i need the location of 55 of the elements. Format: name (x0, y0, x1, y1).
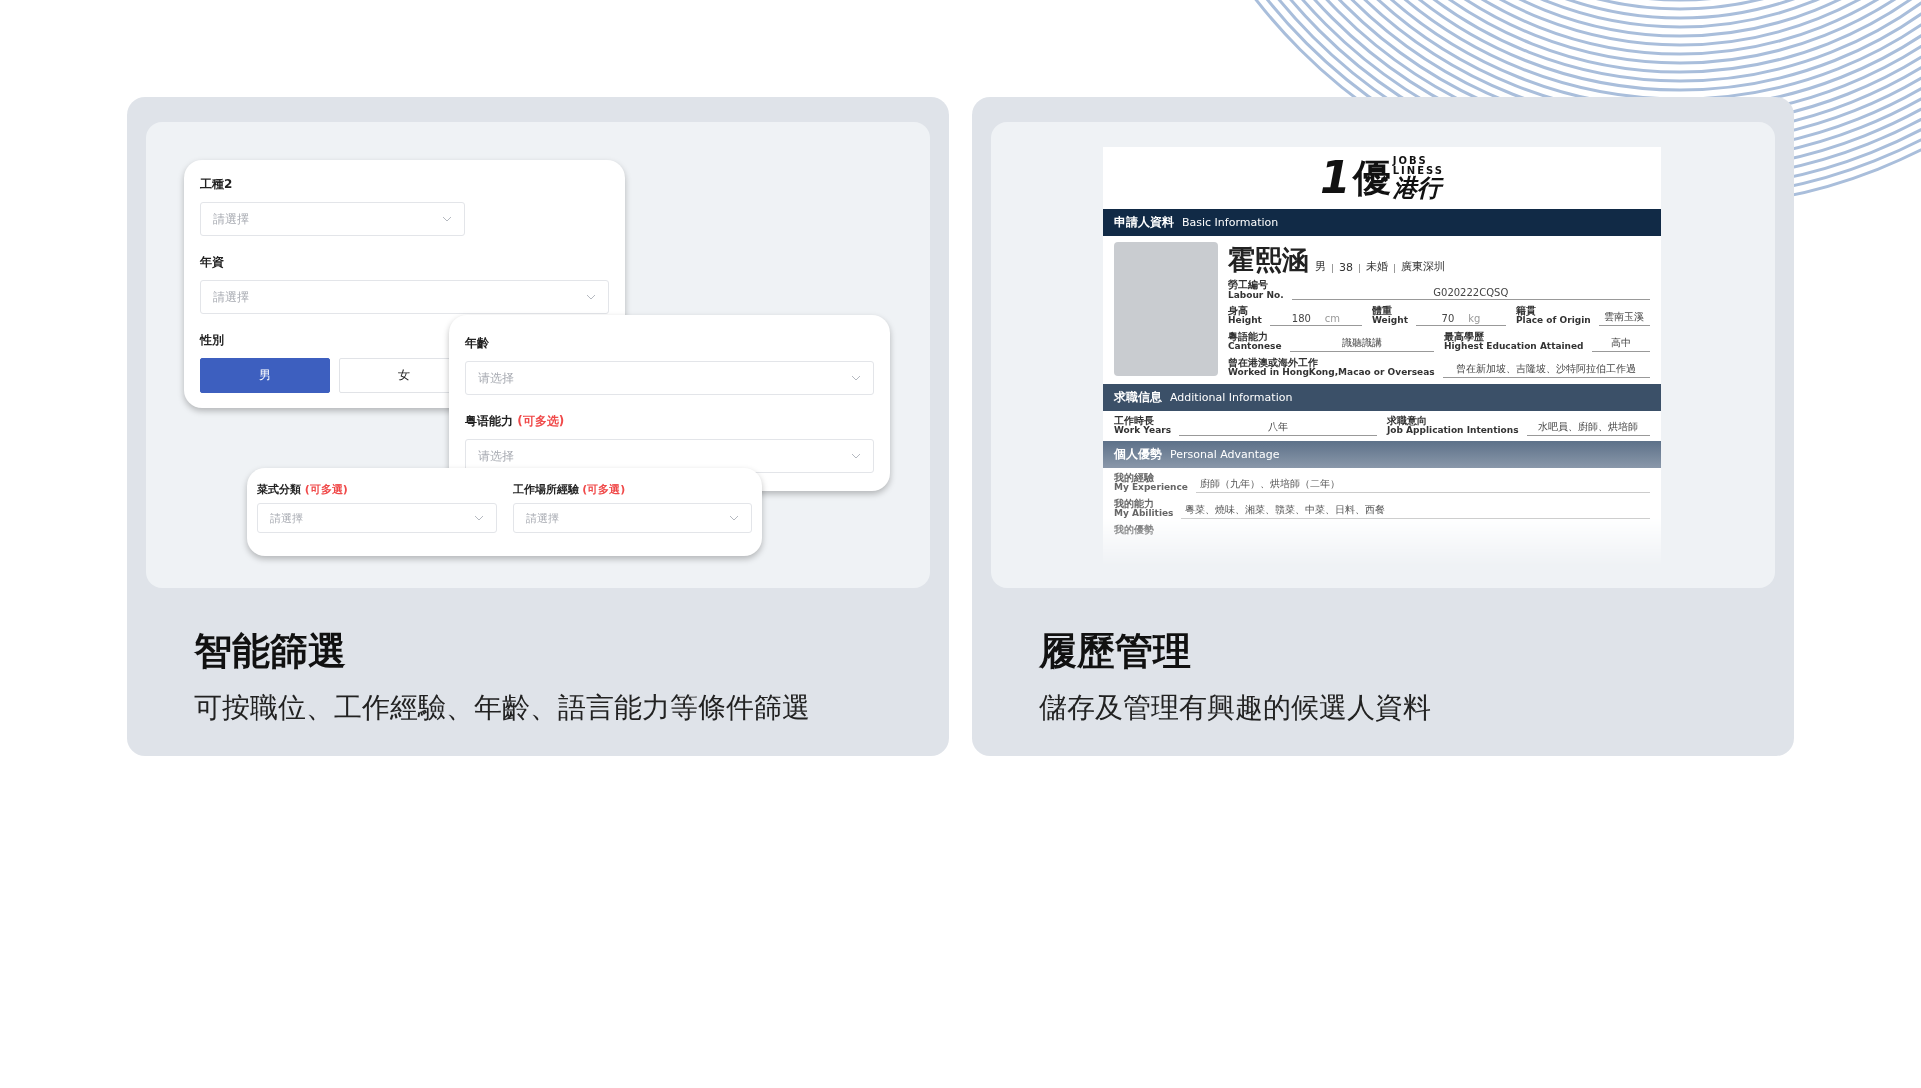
field-value: 粵菜、燒味、湘菜、贛菜、中菜、日料、西餐 (1181, 502, 1650, 519)
field-label: 性別 (200, 332, 224, 349)
field-value: 高中 (1591, 335, 1650, 352)
candidate-name: 霍熙涵 (1228, 243, 1309, 277)
field-value: 180 cm (1269, 312, 1362, 326)
candidate-fact: 未婚 (1366, 259, 1388, 274)
select-field[interactable]: 请选择 (465, 439, 874, 473)
feature-description: 儲存及管理有興趣的候選人資料 (1039, 690, 1432, 726)
field-label: 曾在港澳或海外工作 Worked in HongKong,Macao or Overseas (1228, 357, 1435, 378)
field-value: 70 kg (1415, 312, 1506, 326)
field-label: 勞工編号 Labour No. (1228, 280, 1284, 300)
field-label: 粤语能力 (可多选) (465, 413, 565, 430)
select-field[interactable]: 請選擇 (200, 202, 465, 236)
field-value: 水吧員、廚師、烘培師 (1526, 419, 1650, 436)
field-value: 曾在新加坡、吉隆坡、沙特阿拉伯工作過 (1442, 361, 1650, 378)
field-label: 粵語能力 Cantonese (1228, 331, 1282, 352)
chevron-down-icon (442, 216, 452, 222)
field-label: 體重 Weight (1372, 305, 1408, 326)
select-field[interactable]: 請選擇 (200, 280, 609, 314)
field-label: 工種2 (200, 176, 233, 193)
field-value: 雲南玉溪 (1598, 309, 1650, 326)
field-label: 籍貫 Place of Origin (1516, 305, 1591, 326)
field-value: 識聽識講 (1289, 335, 1434, 352)
field-label: 我的能力 My Abilities (1114, 498, 1174, 519)
field-label: 我的經驗 My Experience (1114, 472, 1188, 493)
section-header: 求職信息 Additional Information (1103, 383, 1661, 411)
candidate-fact: 廣東深圳 (1401, 259, 1445, 274)
select-field[interactable]: 請選擇 (512, 503, 752, 533)
field-label: 工作時長 Work Years (1114, 415, 1171, 436)
field-label: 最高學歷 Highest Education Attained (1444, 331, 1584, 352)
candidate-fact: 38 (1339, 261, 1353, 274)
chevron-down-icon (851, 375, 861, 381)
field-label: 我的優勢 (1114, 524, 1154, 536)
field-label: 求職意向 Job Application Intentions (1387, 415, 1519, 436)
feature-title: 履歷管理 (1039, 628, 1192, 675)
field-label: 身高 Height (1228, 305, 1262, 326)
feature-description: 可按職位、工作經驗、年齡、語言能力等條件篩選 (194, 690, 811, 726)
chevron-down-icon (473, 515, 484, 521)
field-label: 年齡 (465, 335, 489, 352)
section-header: 個人優勢 Personal Advantage (1103, 440, 1661, 468)
field-value: 八年 (1179, 419, 1377, 436)
candidate-fact: 男 (1315, 259, 1326, 274)
select-field[interactable]: 請選擇 (257, 503, 497, 533)
section-header: 申請人資料 Basic Information (1103, 209, 1661, 236)
chevron-down-icon (851, 453, 861, 459)
chevron-down-icon (729, 515, 739, 521)
field-label: 年資 (200, 254, 224, 271)
field-label: 工作場所經驗 (可多選) (512, 482, 626, 497)
field-label: 菜式分類 (可多選) (257, 482, 348, 497)
field-value: 廚師（九年）、烘培師（二年） (1195, 476, 1650, 493)
field-value: G020222CQSQ (1291, 286, 1650, 300)
select-field[interactable]: 请选择 (465, 361, 874, 395)
chevron-down-icon (586, 294, 596, 300)
gender-option[interactable]: 男 (200, 358, 330, 393)
feature-title: 智能篩選 (194, 628, 347, 675)
